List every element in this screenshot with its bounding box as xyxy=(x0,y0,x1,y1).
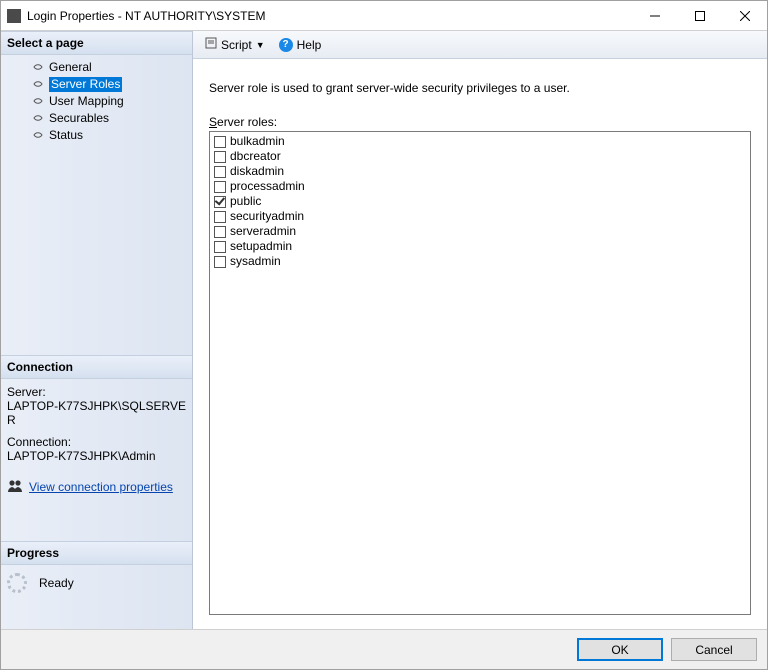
progress-block: Ready xyxy=(1,565,192,601)
group-icon xyxy=(7,479,23,495)
role-label: setupadmin xyxy=(230,239,292,254)
role-label: diskadmin xyxy=(230,164,284,179)
script-label: Script xyxy=(221,38,252,52)
role-label: serveradmin xyxy=(230,224,296,239)
app-icon xyxy=(7,9,21,23)
sidebar-item-label: Securables xyxy=(49,111,109,126)
role-checkbox[interactable] xyxy=(214,166,226,178)
connection-header: Connection xyxy=(1,355,192,379)
role-label: sysadmin xyxy=(230,254,281,269)
role-label: processadmin xyxy=(230,179,305,194)
page-icon xyxy=(33,80,43,90)
role-checkbox[interactable] xyxy=(214,181,226,193)
close-button[interactable] xyxy=(722,1,767,30)
sidebar-item-label: User Mapping xyxy=(49,94,124,109)
minimize-button[interactable] xyxy=(632,1,677,30)
sidebar-item-securables[interactable]: Securables xyxy=(31,110,186,127)
role-checkbox[interactable] xyxy=(214,136,226,148)
script-icon xyxy=(205,37,217,52)
body: Select a page General Server Roles User … xyxy=(1,31,767,629)
sidebar-item-label: Status xyxy=(49,128,83,143)
help-label: Help xyxy=(297,38,322,52)
select-page-header: Select a page xyxy=(1,31,192,55)
role-item[interactable]: securityadmin xyxy=(214,209,746,224)
toolbar: Script ▼ ? Help xyxy=(193,31,767,59)
script-button[interactable]: Script ▼ xyxy=(201,35,269,54)
sidebar-item-user-mapping[interactable]: User Mapping xyxy=(31,93,186,110)
sidebar-bottom-pad xyxy=(1,601,192,629)
role-item[interactable]: serveradmin xyxy=(214,224,746,239)
content: Server role is used to grant server-wide… xyxy=(193,59,767,629)
server-roles-label: Server roles: xyxy=(209,115,751,129)
role-label: dbcreator xyxy=(230,149,281,164)
role-item[interactable]: dbcreator xyxy=(214,149,746,164)
page-icon xyxy=(33,114,43,124)
role-checkbox[interactable] xyxy=(214,196,226,208)
role-checkbox[interactable] xyxy=(214,226,226,238)
role-label: securityadmin xyxy=(230,209,304,224)
role-checkbox[interactable] xyxy=(214,151,226,163)
sidebar-item-label: Server Roles xyxy=(49,77,122,92)
server-label: Server: xyxy=(7,385,186,399)
sidebar-item-label: General xyxy=(49,60,92,75)
dialog-footer: OK Cancel xyxy=(1,629,767,669)
connection-block: Server: LAPTOP-K77SJHPK\SQLSERVER Connec… xyxy=(1,379,192,479)
role-item[interactable]: processadmin xyxy=(214,179,746,194)
connection-label: Connection: xyxy=(7,435,186,449)
window-controls xyxy=(632,1,767,30)
cancel-button[interactable]: Cancel xyxy=(671,638,757,661)
sidebar-gap xyxy=(1,501,192,541)
login-properties-window: Login Properties - NT AUTHORITY\SYSTEM S… xyxy=(0,0,768,670)
chevron-down-icon: ▼ xyxy=(256,40,265,50)
maximize-button[interactable] xyxy=(677,1,722,30)
role-item[interactable]: bulkadmin xyxy=(214,134,746,149)
sidebar-item-server-roles[interactable]: Server Roles xyxy=(31,76,186,93)
role-item[interactable]: sysadmin xyxy=(214,254,746,269)
progress-header: Progress xyxy=(1,541,192,565)
role-item[interactable]: diskadmin xyxy=(214,164,746,179)
view-connection-properties-link[interactable]: View connection properties xyxy=(29,480,173,494)
page-icon xyxy=(33,63,43,73)
role-checkbox[interactable] xyxy=(214,256,226,268)
help-icon: ? xyxy=(279,38,293,52)
sidebar: Select a page General Server Roles User … xyxy=(1,31,193,629)
window-title: Login Properties - NT AUTHORITY\SYSTEM xyxy=(27,9,632,23)
server-roles-listbox[interactable]: bulkadmindbcreatordiskadminprocessadminp… xyxy=(209,131,751,615)
role-checkbox[interactable] xyxy=(214,211,226,223)
role-item[interactable]: setupadmin xyxy=(214,239,746,254)
sidebar-item-general[interactable]: General xyxy=(31,59,186,76)
description-text: Server role is used to grant server-wide… xyxy=(209,81,751,95)
ok-button[interactable]: OK xyxy=(577,638,663,661)
sidebar-item-status[interactable]: Status xyxy=(31,127,186,144)
role-label: bulkadmin xyxy=(230,134,285,149)
progress-status: Ready xyxy=(39,576,74,590)
role-checkbox[interactable] xyxy=(214,241,226,253)
progress-spinner-icon xyxy=(7,573,27,593)
view-connection-properties[interactable]: View connection properties xyxy=(1,479,192,501)
server-value: LAPTOP-K77SJHPK\SQLSERVER xyxy=(7,399,186,427)
page-list: General Server Roles User Mapping Secura… xyxy=(1,55,192,152)
connection-value: LAPTOP-K77SJHPK\Admin xyxy=(7,449,186,463)
role-label: public xyxy=(230,194,261,209)
main: Script ▼ ? Help Server role is used to g… xyxy=(193,31,767,629)
page-icon xyxy=(33,97,43,107)
role-item[interactable]: public xyxy=(214,194,746,209)
page-icon xyxy=(33,131,43,141)
title-bar: Login Properties - NT AUTHORITY\SYSTEM xyxy=(1,1,767,31)
help-button[interactable]: ? Help xyxy=(275,36,326,54)
sidebar-spacer xyxy=(1,152,192,355)
